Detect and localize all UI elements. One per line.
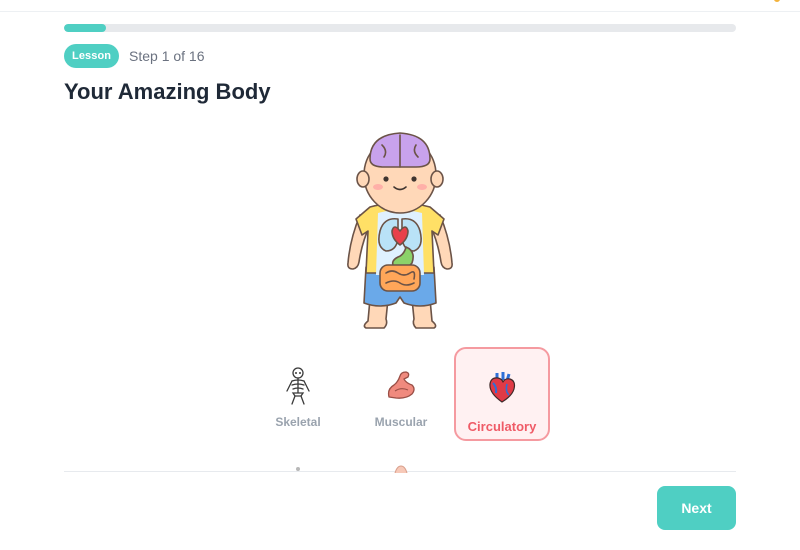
option-muscular[interactable]: Muscular [353,347,449,441]
next-button[interactable]: Next [657,486,736,530]
lesson-progress-fill [64,24,106,32]
top-bar [0,0,800,12]
child-body-anatomy-illustration [347,132,453,329]
option-label-skeletal: Skeletal [275,415,321,429]
step-counter: Step 1 of 16 [129,48,205,64]
option-label-muscular: Muscular [374,415,428,429]
corner-indicator [774,0,780,2]
heart-icon [394,465,408,473]
option-skeletal[interactable]: Skeletal [250,347,346,441]
option-circulatory[interactable]: Circulatory [454,347,550,441]
skeleton-icon [286,367,310,405]
flexed-bicep-icon [387,371,415,399]
body-system-options: Skeletal Muscular Circulatory [250,345,560,445]
skeleton-icon [296,467,300,471]
lesson-badge: Lesson [64,44,120,68]
page-title: Your Amazing Body [64,79,271,104]
option-label-circulatory: Circulatory [467,419,537,434]
heart-icon [489,372,516,403]
lesson-progress-bar [64,24,736,32]
